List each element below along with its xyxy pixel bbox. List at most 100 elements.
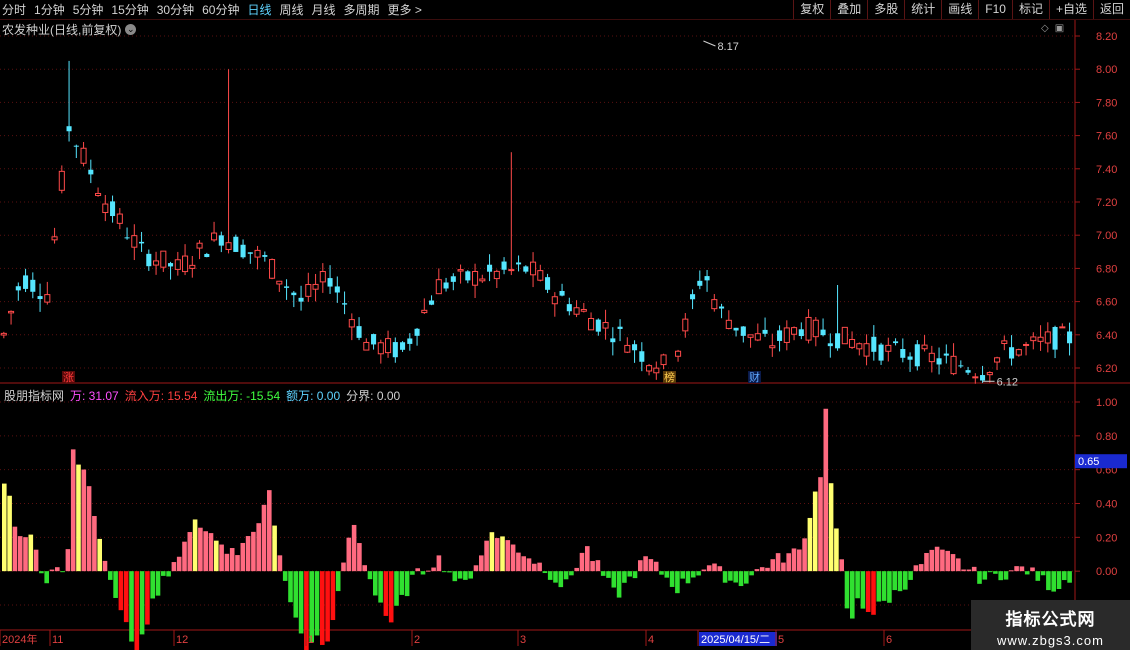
candle-body — [51, 236, 58, 241]
indicator-bar — [775, 553, 781, 572]
candle-body — [95, 192, 102, 197]
indicator-bar — [1062, 571, 1067, 581]
indicator-bar — [553, 571, 558, 583]
candle-body — [189, 264, 196, 269]
indicator-bar — [1040, 571, 1046, 576]
candle-body — [312, 283, 319, 290]
indicator-bar — [182, 541, 187, 572]
indicator-bar — [871, 571, 876, 615]
y-tick-label: 0.00 — [1096, 566, 1117, 578]
candle-body — [1037, 336, 1044, 342]
indicator-bar — [44, 571, 49, 584]
indicator-bar — [145, 571, 150, 625]
indicator-bar — [468, 571, 473, 579]
indicator-bar — [897, 571, 903, 592]
y-tick-label: 7.00 — [1096, 230, 1117, 242]
indicator-bar — [908, 571, 913, 580]
indicator-bar — [865, 571, 871, 612]
y-tick-label: 6.80 — [1096, 263, 1117, 275]
indicator-bar — [49, 569, 55, 572]
candle-body — [80, 147, 87, 164]
indicator-bar — [669, 571, 675, 587]
candle-body — [632, 344, 638, 351]
candle-body — [1044, 331, 1051, 344]
x-tick-label: 1 — [308, 634, 314, 646]
candle-body — [124, 237, 130, 239]
indicator-bar — [574, 567, 579, 572]
main-chart-title[interactable]: 农发种业(日线,前复权) ⌄ — [2, 21, 137, 38]
indicator-bar — [585, 546, 590, 572]
candle-body — [8, 310, 15, 314]
candle-body — [254, 249, 261, 258]
high-label: 8.17 — [717, 41, 738, 53]
indicator-bar — [643, 556, 648, 572]
indicator-bar — [738, 571, 744, 587]
indicator-bar — [924, 552, 929, 572]
indicator-bar — [39, 571, 44, 574]
candle-body — [566, 304, 572, 312]
indicator-bar — [17, 536, 23, 572]
candle-body — [777, 330, 783, 341]
indicator-bar — [881, 571, 887, 601]
indicator-bar — [404, 571, 410, 597]
candle-body — [269, 259, 276, 279]
indicator-bar — [65, 549, 71, 572]
indicator-bar — [60, 571, 65, 573]
candle-body — [196, 242, 203, 249]
indicator-bar — [1035, 571, 1041, 581]
indicator-bar — [235, 555, 240, 572]
indicator-bar — [611, 571, 617, 588]
candle-body — [986, 372, 993, 376]
candle-body — [102, 203, 109, 214]
indicator-bar — [706, 565, 712, 572]
indicator-bar — [659, 571, 664, 575]
chart-canvas[interactable]: 8.20 8.00 7.80 7.60 7.40 7.20 7.00 6.80 6.60 6.40… — [0, 0, 1130, 650]
panel-toggle-icon[interactable]: ▣ — [1055, 23, 1064, 34]
indicator-bar — [373, 571, 378, 596]
indicator-bar — [749, 571, 754, 576]
candle-body — [900, 349, 906, 358]
candle-body — [646, 365, 653, 372]
indicator-bar — [791, 548, 797, 572]
indicator-bar — [532, 563, 537, 572]
candle-body — [783, 327, 790, 343]
indicator-bar — [516, 552, 521, 572]
indicator-bar — [812, 491, 818, 572]
indicator-bar — [2, 483, 7, 572]
indicator-bar — [320, 571, 325, 645]
candle-body — [392, 342, 398, 358]
y-tick-label: 6.20 — [1096, 363, 1117, 375]
chevron-down-icon[interactable]: ⌄ — [125, 24, 137, 35]
indicator-bar — [325, 571, 330, 642]
candle-body — [754, 333, 761, 341]
indicator-bar — [351, 524, 357, 572]
candle-body — [305, 284, 312, 297]
indicator-bar — [288, 571, 293, 603]
indicator-bar — [383, 571, 389, 616]
indicator-bar — [993, 571, 998, 574]
indicator-bar — [971, 566, 977, 572]
indicator-bar — [102, 560, 108, 572]
candle-body — [450, 276, 456, 282]
candle-body — [37, 296, 43, 300]
indicator-bar — [28, 534, 34, 572]
candle-body — [950, 355, 957, 375]
indicator-bar — [198, 527, 203, 572]
candle-body — [798, 329, 804, 337]
y-tick-label: 6.40 — [1096, 330, 1117, 342]
indicator-bar — [802, 538, 807, 572]
candle-body — [334, 286, 340, 293]
indicator-bar — [500, 536, 505, 572]
indicator-bar — [161, 571, 166, 576]
diamond-icon[interactable]: ◇ — [1041, 23, 1049, 34]
candle-body — [537, 270, 544, 281]
indicator-name[interactable]: 股朋指标网 — [4, 387, 64, 404]
candle-body — [225, 242, 232, 250]
indicator-bar — [123, 571, 129, 623]
indicator-bar — [892, 571, 897, 591]
candle-body — [690, 294, 696, 300]
candle-body — [624, 344, 631, 353]
candle-body — [487, 264, 493, 272]
y-tick-label: 0.80 — [1096, 431, 1117, 443]
candle-body — [233, 236, 239, 252]
